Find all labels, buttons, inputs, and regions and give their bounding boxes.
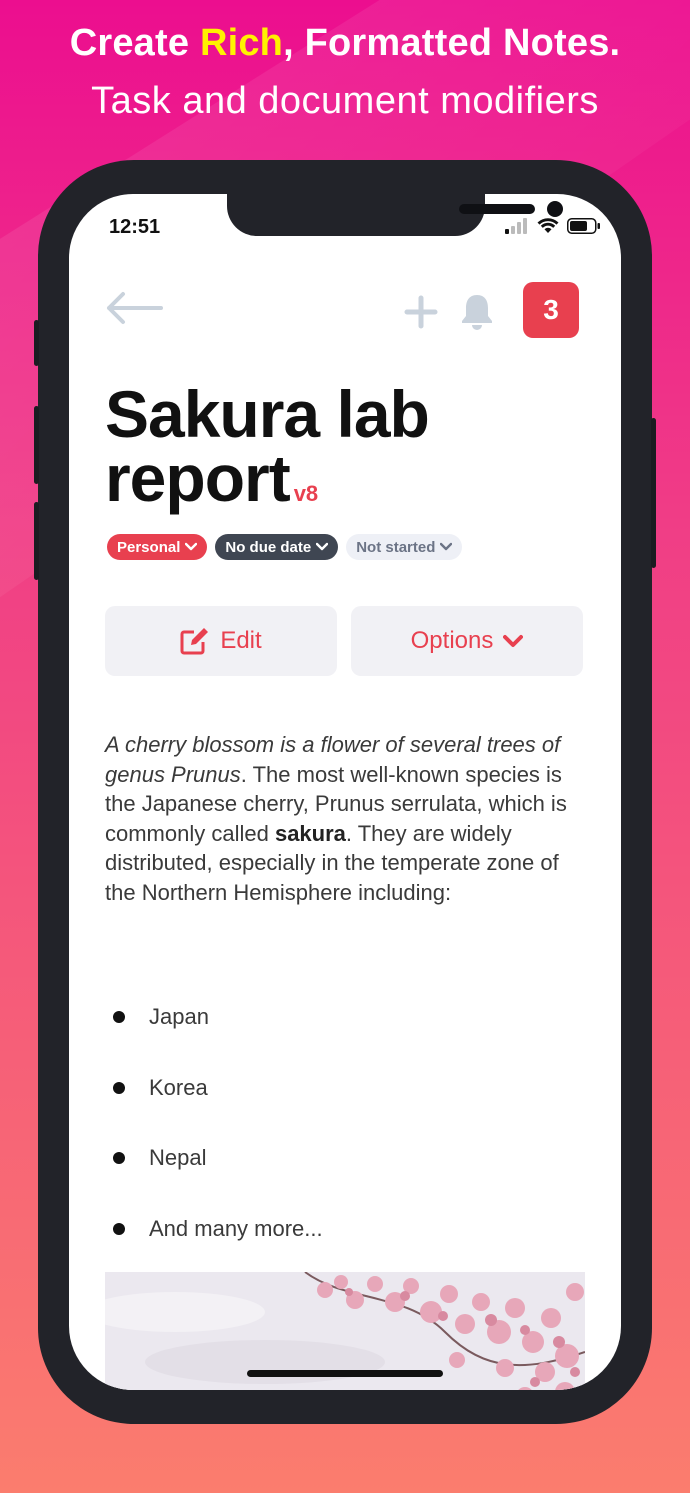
phone-volume-down — [34, 502, 39, 580]
bullet-icon — [113, 1081, 125, 1094]
options-button-label: Options — [410, 627, 494, 654]
list-item-text: And many more... — [149, 1215, 323, 1241]
chevron-down-icon — [316, 542, 329, 551]
bullet-list: Japan Korea Nepal And many more... — [105, 982, 585, 1264]
note-title: Sakura lab report v8 — [105, 381, 585, 526]
tag-due-date[interactable]: No due date — [215, 534, 339, 560]
promo-subheadline: Task and document modifiers — [91, 80, 599, 122]
status-time: 12:51 — [109, 216, 161, 238]
signal-icon — [505, 218, 527, 234]
options-button[interactable]: Options — [351, 606, 583, 676]
chevron-down-icon — [503, 635, 524, 647]
note-title-text: Sakura lab report — [105, 377, 430, 515]
tag-status[interactable]: Not started — [346, 534, 463, 560]
list-item-text: Japan — [149, 1004, 209, 1030]
body-bold: sakura — [274, 820, 346, 846]
plus-icon[interactable] — [403, 294, 439, 330]
notch — [227, 194, 563, 236]
tag-category[interactable]: Personal — [107, 534, 208, 560]
list-item: Korea — [105, 1053, 585, 1124]
list-item-text: Nepal — [149, 1145, 207, 1171]
back-arrow-icon[interactable] — [105, 290, 163, 326]
edit-button[interactable]: Edit — [105, 606, 337, 676]
version-badge[interactable]: v8 — [294, 481, 318, 506]
wifi-icon — [537, 218, 559, 233]
list-item-text: Korea — [149, 1074, 208, 1100]
headline-suffix: , Formatted Notes. — [283, 22, 621, 64]
list-item: And many more... — [105, 1194, 585, 1265]
tag-category-label: Personal — [117, 538, 181, 556]
notification-badge[interactable]: 3 — [523, 282, 579, 338]
chevron-down-icon — [185, 542, 198, 551]
phone-power-button — [651, 418, 656, 568]
home-indicator — [247, 1370, 443, 1377]
bullet-icon — [113, 1222, 125, 1235]
headline-prefix: Create — [69, 22, 200, 64]
battery-icon — [567, 218, 600, 234]
promo-headline: Create Rich, Formatted Notes. — [0, 22, 690, 65]
list-item: Nepal — [105, 1123, 585, 1194]
bullet-icon — [113, 1011, 125, 1024]
note-body: A cherry blossom is a flower of several … — [105, 730, 585, 907]
tag-row: Personal No due date Not started — [107, 534, 463, 560]
status-icons — [505, 218, 601, 234]
list-item: Japan — [105, 982, 585, 1053]
bullet-icon — [113, 1152, 125, 1165]
phone-screen: 12:51 3 Sakura lab report v8 Personal No… — [69, 194, 621, 1390]
tag-status-label: Not started — [356, 538, 436, 556]
headline-highlight: Rich — [199, 22, 284, 64]
edit-icon — [180, 628, 209, 655]
phone-side-button — [34, 320, 39, 366]
speaker — [459, 204, 535, 214]
front-camera — [547, 201, 563, 217]
edit-button-label: Edit — [220, 627, 262, 654]
chevron-down-icon — [440, 542, 453, 551]
bell-icon[interactable] — [459, 292, 495, 330]
phone-frame: 12:51 3 Sakura lab report v8 Personal No… — [34, 160, 656, 1424]
phone-volume-up — [34, 406, 39, 484]
tag-due-label: No due date — [225, 538, 312, 556]
